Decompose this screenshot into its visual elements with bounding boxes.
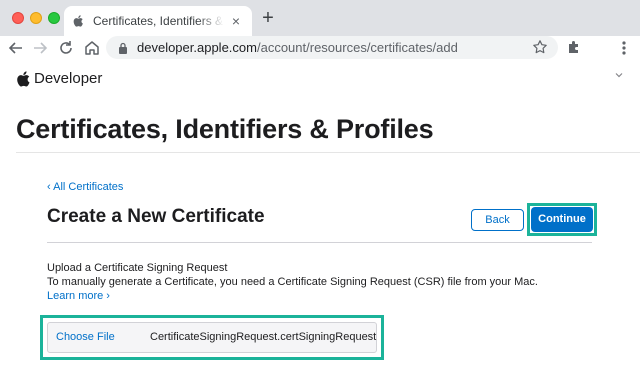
choose-file-button[interactable]: Choose File [56,331,115,343]
minimize-window-button[interactable] [30,12,42,24]
back-button[interactable]: Back [471,209,524,231]
zoom-window-button[interactable] [48,12,60,24]
developer-global-nav: Developer [0,62,640,98]
url-text: developer.apple.com/account/resources/ce… [137,40,458,55]
tab-title: Certificates, Identifiers & Profiles [93,14,224,28]
close-window-button[interactable] [12,12,24,24]
url-path: /account/resources/certificates/add [256,40,458,55]
apple-icon [73,15,83,27]
address-bar[interactable]: developer.apple.com/account/resources/ce… [106,36,558,59]
star-icon[interactable] [532,39,548,55]
section-title: Create a New Certificate [47,206,265,227]
title-divider [16,152,640,153]
continue-button[interactable]: Continue [531,207,593,232]
url-host: developer.apple.com [137,40,257,55]
reload-icon[interactable] [56,38,76,58]
close-icon[interactable]: × [228,13,244,29]
puzzle-icon[interactable] [566,39,582,55]
developer-brand: Developer [34,70,103,87]
section-divider [47,242,592,243]
home-icon[interactable] [82,38,102,58]
lock-icon[interactable] [118,42,128,54]
page-title: Certificates, Identifiers & Profiles [16,114,434,144]
upload-csr-heading: Upload a Certificate Signing Request [47,262,228,274]
more-menu-icon[interactable] [618,38,630,58]
plus-icon[interactable]: + [258,8,278,28]
forward-arrow-icon[interactable] [30,38,50,58]
browser-tab-bar: Certificates, Identifiers & Profiles × + [0,0,640,36]
all-certificates-link[interactable]: ‹ All Certificates [47,181,123,193]
selected-file-name: CertificateSigningRequest.certSigningReq… [150,331,377,343]
apple-icon [17,70,30,87]
developer-logo[interactable]: Developer [16,70,102,87]
learn-more-link[interactable]: Learn more › [47,290,110,302]
chevron-down-icon[interactable] [614,70,624,80]
browser-tab[interactable]: Certificates, Identifiers & Profiles × [64,6,252,36]
upload-csr-description: To manually generate a Certificate, you … [47,276,538,288]
browser-toolbar: developer.apple.com/account/resources/ce… [0,36,640,60]
back-arrow-icon[interactable] [6,38,26,58]
